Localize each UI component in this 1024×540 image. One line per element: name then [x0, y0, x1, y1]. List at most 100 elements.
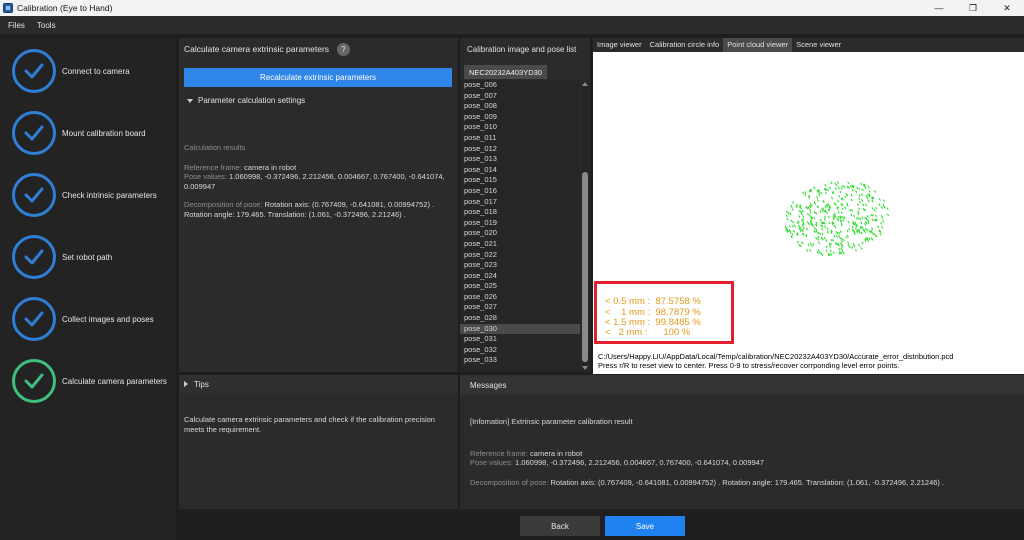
- list-item[interactable]: pose_028: [460, 313, 580, 324]
- cloud-point: [866, 228, 869, 232]
- list-item[interactable]: pose_014: [460, 165, 580, 176]
- cloud-point: [856, 229, 859, 232]
- cloud-point: [807, 243, 810, 247]
- list-item[interactable]: pose_007: [460, 91, 580, 102]
- cloud-point: [804, 191, 807, 194]
- maximize-button[interactable]: ❐: [956, 0, 990, 16]
- error-line: < 2 mm : 100 %: [605, 327, 691, 338]
- list-item[interactable]: pose_017: [460, 197, 580, 208]
- list-item[interactable]: pose_010: [460, 122, 580, 133]
- step-item[interactable]: Set robot path: [0, 227, 176, 287]
- cloud-point: [818, 232, 822, 236]
- tips-header[interactable]: Tips: [179, 375, 458, 393]
- cloud-point: [871, 213, 874, 217]
- list-item[interactable]: pose_025: [460, 281, 580, 292]
- calc-panel: Calculate camera extrinsic parameters ? …: [179, 38, 458, 372]
- list-item[interactable]: pose_013: [460, 154, 580, 165]
- pose-list-panel: Calibration image and pose list NEC20232…: [460, 38, 590, 372]
- cloud-point: [827, 203, 830, 206]
- cloud-point: [828, 207, 831, 210]
- menu-bar: Files Tools: [0, 16, 1024, 34]
- cloud-point: [824, 215, 827, 219]
- list-item[interactable]: pose_015: [460, 175, 580, 186]
- cloud-point: [817, 231, 820, 235]
- scroll-down-icon[interactable]: [582, 366, 588, 370]
- list-item[interactable]: pose_023: [460, 260, 580, 271]
- list-item[interactable]: pose_026: [460, 292, 580, 303]
- cloud-point: [830, 196, 834, 200]
- viewer-tab[interactable]: Scene viewer: [792, 38, 845, 52]
- point-cloud-canvas[interactable]: < 0.5 mm : 87.5758 % < 1 mm : 98.7879 % < …: [593, 52, 1024, 374]
- step-item[interactable]: Mount calibration board: [0, 103, 176, 163]
- list-item[interactable]: pose_032: [460, 345, 580, 356]
- list-item[interactable]: pose_021: [460, 239, 580, 250]
- messages-title: Messages: [460, 375, 1024, 395]
- minimize-button[interactable]: —: [922, 0, 956, 16]
- list-item[interactable]: pose_024: [460, 271, 580, 282]
- camera-serial-tab[interactable]: NEC20232A403YD30: [464, 65, 547, 79]
- cloud-point: [854, 227, 857, 231]
- cloud-point: [824, 184, 827, 187]
- param-settings-toggle[interactable]: Parameter calculation settings: [187, 96, 305, 105]
- list-item[interactable]: pose_011: [460, 133, 580, 144]
- step-item[interactable]: Check intrinsic parameters: [0, 165, 176, 225]
- cloud-point: [886, 207, 889, 211]
- step-item[interactable]: Collect images and poses: [0, 289, 176, 349]
- cloud-point: [819, 191, 823, 195]
- cloud-point: [857, 216, 860, 220]
- cloud-point: [833, 212, 836, 216]
- menu-files[interactable]: Files: [8, 21, 25, 30]
- close-button[interactable]: ✕: [990, 0, 1024, 16]
- cloud-point: [829, 205, 832, 209]
- cloud-point: [801, 241, 804, 245]
- list-item[interactable]: pose_012: [460, 144, 580, 155]
- check-icon: [12, 173, 56, 217]
- help-icon[interactable]: ?: [337, 42, 351, 56]
- list-item[interactable]: pose_016: [460, 186, 580, 197]
- viewer-tab[interactable]: Calibration circle info: [646, 38, 724, 52]
- calc-results: Calculation results Reference frame: cam…: [184, 143, 454, 219]
- cloud-point: [837, 199, 840, 203]
- back-button[interactable]: Back: [520, 516, 600, 536]
- scroll-thumb[interactable]: [582, 172, 588, 362]
- step-item[interactable]: Connect to camera: [0, 41, 176, 101]
- cloud-point: [830, 238, 833, 242]
- cloud-point: [837, 210, 840, 214]
- step-label: Connect to camera: [62, 66, 130, 76]
- cloud-point: [811, 223, 814, 226]
- list-item[interactable]: pose_033: [460, 355, 580, 366]
- cloud-point: [791, 225, 794, 228]
- cloud-point: [883, 205, 886, 209]
- check-icon: [12, 297, 56, 341]
- menu-tools[interactable]: Tools: [37, 21, 56, 30]
- save-button[interactable]: Save: [605, 516, 685, 536]
- cloud-point: [823, 221, 826, 225]
- list-item[interactable]: pose_006: [460, 80, 580, 91]
- cloud-point: [850, 213, 853, 217]
- cloud-point: [840, 237, 843, 241]
- cloud-point: [823, 236, 826, 240]
- list-item[interactable]: pose_018: [460, 207, 580, 218]
- viewer-tab[interactable]: Image viewer: [593, 38, 646, 52]
- recalculate-button[interactable]: Recalculate extrinsic parameters: [184, 68, 452, 87]
- list-item[interactable]: pose_022: [460, 250, 580, 261]
- list-item[interactable]: pose_030: [460, 323, 580, 335]
- list-item[interactable]: pose_008: [460, 101, 580, 112]
- cloud-point: [853, 214, 856, 218]
- cloud-point: [813, 226, 817, 230]
- cloud-point: [840, 248, 843, 251]
- list-item[interactable]: pose_020: [460, 228, 580, 239]
- cloud-point: [791, 208, 794, 211]
- list-item[interactable]: pose_009: [460, 112, 580, 123]
- step-item[interactable]: Calculate camera parameters: [0, 351, 176, 411]
- pose-list-scrollbar[interactable]: [581, 80, 589, 372]
- list-item[interactable]: pose_019: [460, 218, 580, 229]
- cloud-point: [825, 245, 828, 249]
- viewer-tab[interactable]: Point cloud viewer: [723, 38, 793, 52]
- cloud-point: [822, 207, 825, 211]
- scroll-up-icon[interactable]: [582, 82, 588, 86]
- list-item[interactable]: pose_027: [460, 302, 580, 313]
- cloud-point: [805, 227, 808, 231]
- cloud-point: [833, 234, 836, 238]
- list-item[interactable]: pose_031: [460, 334, 580, 345]
